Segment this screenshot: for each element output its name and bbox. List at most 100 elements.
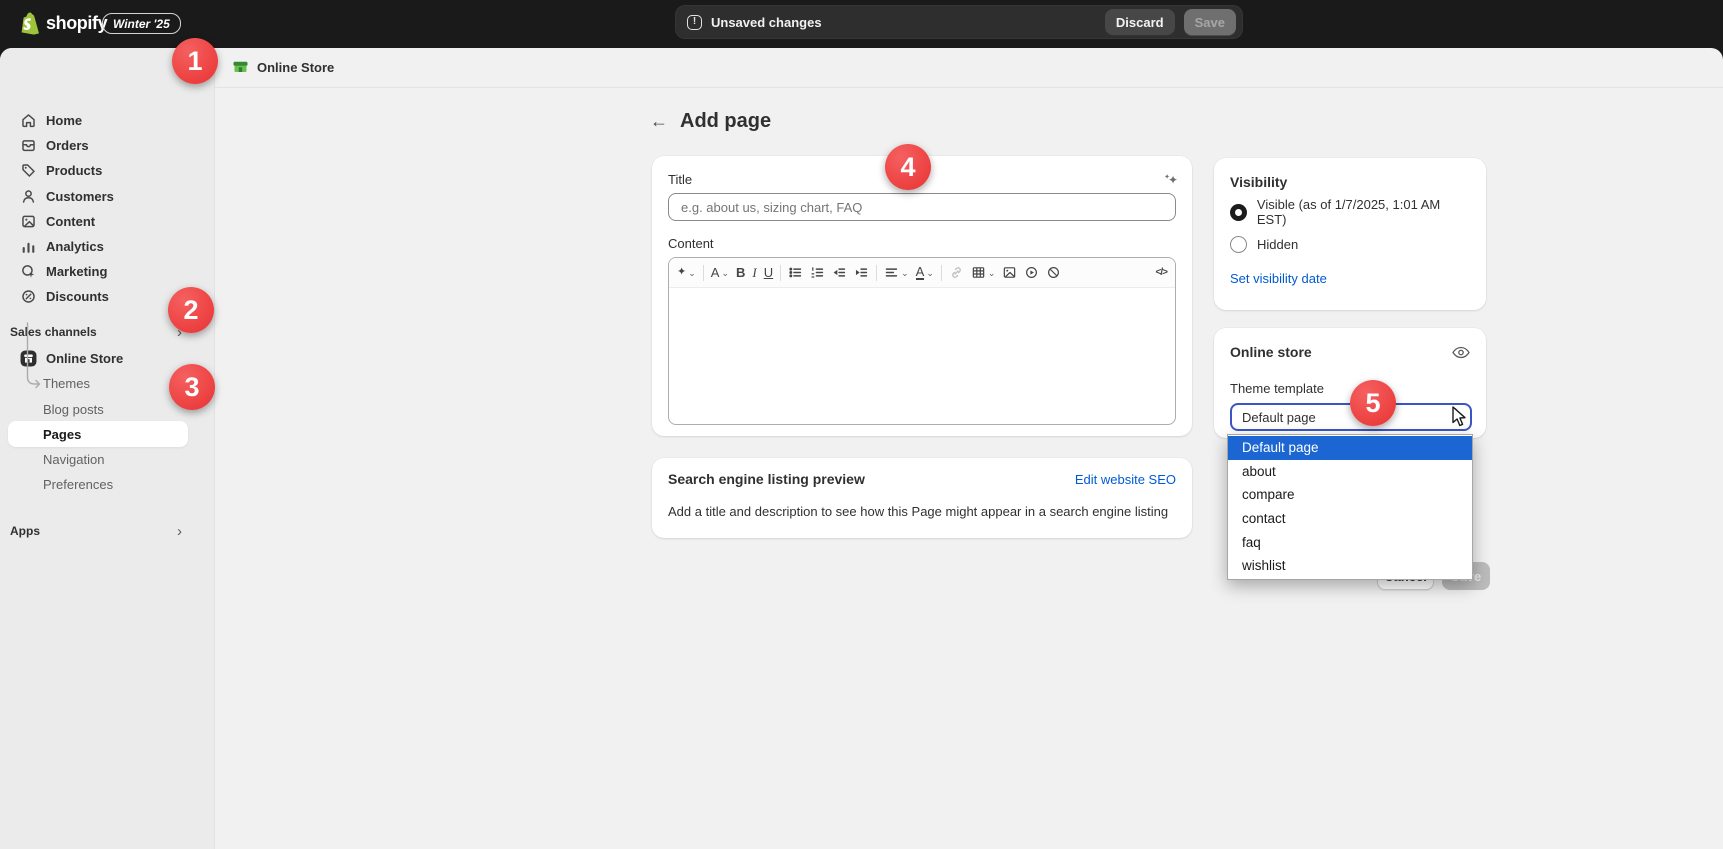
sidebar-item-themes[interactable]: Themes <box>8 370 188 396</box>
visibility-heading: Visibility <box>1230 174 1470 190</box>
annotation-step-3: 3 <box>169 364 215 410</box>
alert-icon: ! <box>687 15 702 30</box>
visible-radio-option[interactable]: Visible (as of 1/7/2025, 1:01 AM EST) <box>1230 202 1470 222</box>
sidebar-item-content[interactable]: Content <box>8 208 188 234</box>
dropdown-option-about[interactable]: about <box>1228 460 1472 484</box>
sidebar-item-blog-posts[interactable]: Blog posts <box>8 396 188 422</box>
ai-sparkle-icon[interactable]: ✦✦ <box>1164 173 1176 187</box>
annotation-step-1: 1 <box>172 38 218 84</box>
hidden-radio-option[interactable]: Hidden <box>1230 234 1470 254</box>
table-icon[interactable]: ⌄ <box>971 265 996 280</box>
outdent-icon[interactable] <box>832 265 847 280</box>
marketing-icon <box>20 263 37 280</box>
dropdown-option-default-page[interactable]: Default page <box>1228 436 1472 460</box>
annotation-step-2: 2 <box>168 287 214 333</box>
toolbar-divider <box>703 265 704 281</box>
theme-template-dropdown: Default page about compare contact faq w… <box>1227 434 1473 580</box>
sidebar-item-home[interactable]: Home <box>8 107 188 133</box>
page-title: Add page <box>680 110 771 133</box>
sidebar-item-navigation[interactable]: Navigation <box>8 446 188 472</box>
selected-template-value: Default page <box>1242 410 1316 425</box>
top-bar: shopify Winter '25 ! Unsaved changes Dis… <box>0 0 1723 48</box>
sales-channels-header[interactable]: Sales channels › <box>10 320 196 344</box>
dropdown-option-faq[interactable]: faq <box>1228 530 1472 554</box>
shopify-wordmark: shopify <box>46 13 107 34</box>
seo-preview-card: Search engine listing preview Edit websi… <box>652 458 1192 538</box>
rich-text-editor[interactable]: ✦⌄ A⌄ B I U ⌄ A⌄ ⌄ <box>668 257 1176 425</box>
sidebar-item-products[interactable]: Products <box>8 157 188 183</box>
image-icon[interactable] <box>1002 265 1017 280</box>
dropdown-option-wishlist[interactable]: wishlist <box>1228 554 1472 578</box>
shopify-admin-window: shopify Winter '25 ! Unsaved changes Dis… <box>0 0 1723 849</box>
sidebar-item-marketing[interactable]: Marketing <box>8 258 188 284</box>
shopify-bag-icon <box>20 12 40 35</box>
alignment-icon[interactable]: ⌄ <box>884 265 909 280</box>
link-icon[interactable] <box>949 265 964 280</box>
eye-icon[interactable] <box>1452 346 1470 359</box>
content-textarea[interactable] <box>669 288 1175 425</box>
analytics-icon <box>20 238 37 255</box>
chevron-up-icon: ⌃ <box>1451 406 1460 419</box>
sidebar-item-preferences[interactable]: Preferences <box>8 471 188 497</box>
code-view-icon[interactable]: </> <box>1156 267 1167 278</box>
sidebar-item-pages[interactable]: Pages <box>8 421 188 447</box>
orders-icon <box>20 137 37 154</box>
annotation-step-5: 5 <box>1350 380 1396 426</box>
text-style-icon[interactable]: A⌄ <box>711 266 729 279</box>
breadcrumb-label: Online Store <box>257 60 334 75</box>
title-label: Title <box>668 172 692 187</box>
dropdown-option-contact[interactable]: contact <box>1228 507 1472 531</box>
visibility-card: Visibility Visible (as of 1/7/2025, 1:01… <box>1214 158 1486 310</box>
sidebar-item-orders[interactable]: Orders <box>8 132 188 158</box>
seo-card-heading: Search engine listing preview <box>668 471 865 487</box>
release-badge: Winter '25 <box>102 13 181 34</box>
radio-selected-icon[interactable] <box>1230 204 1247 221</box>
toolbar-divider <box>780 265 781 281</box>
content-label: Content <box>668 236 1176 251</box>
sidebar-item-discounts[interactable]: Discounts <box>8 283 188 309</box>
back-arrow-icon[interactable]: ← <box>650 111 668 132</box>
online-store-channel-icon <box>20 350 37 367</box>
annotation-step-4: 4 <box>885 144 931 190</box>
sidebar-item-online-store[interactable]: Online Store <box>8 345 188 371</box>
video-icon[interactable] <box>1024 265 1039 280</box>
underline-icon[interactable]: U <box>764 266 773 279</box>
apps-header[interactable]: Apps › <box>10 519 196 543</box>
text-color-icon[interactable]: A⌄ <box>916 265 934 281</box>
sidebar: Home Orders Products Customers Content A… <box>0 48 215 849</box>
discounts-icon <box>20 288 37 305</box>
toolbar-divider <box>876 265 877 281</box>
italic-icon[interactable]: I <box>752 266 756 279</box>
chevron-right-icon: › <box>177 524 182 539</box>
customers-icon <box>20 188 37 205</box>
bold-icon[interactable]: B <box>736 266 745 279</box>
title-content-card: Title ✦✦ Content ✦⌄ A⌄ B I U <box>652 156 1192 436</box>
set-visibility-date-link[interactable]: Set visibility date <box>1230 271 1327 286</box>
online-store-green-icon <box>232 59 249 75</box>
sidebar-item-customers[interactable]: Customers <box>8 183 188 209</box>
breadcrumb[interactable]: Online Store <box>232 59 334 75</box>
ai-sparkle-icon[interactable]: ✦⌄ <box>677 266 696 279</box>
dropdown-option-compare[interactable]: compare <box>1228 483 1472 507</box>
numbered-list-icon[interactable] <box>810 265 825 280</box>
unsaved-changes-banner: ! Unsaved changes Discard Save <box>675 5 1243 39</box>
clear-formatting-icon[interactable] <box>1046 265 1061 280</box>
shopify-logo[interactable]: shopify <box>20 12 107 35</box>
unsaved-changes-text: Unsaved changes <box>711 15 1096 30</box>
content-icon <box>20 213 37 230</box>
online-store-heading: Online store <box>1230 344 1312 360</box>
bullet-list-icon[interactable] <box>788 265 803 280</box>
toolbar-divider <box>941 265 942 281</box>
indent-icon[interactable] <box>854 265 869 280</box>
discard-button[interactable]: Discard <box>1105 9 1175 36</box>
radio-unselected-icon[interactable] <box>1230 236 1247 253</box>
online-store-card: Online store Theme template Default page… <box>1214 328 1486 438</box>
edit-website-seo-link[interactable]: Edit website SEO <box>1075 472 1176 487</box>
editor-toolbar: ✦⌄ A⌄ B I U ⌄ A⌄ ⌄ <box>669 258 1175 288</box>
seo-card-description: Add a title and description to see how t… <box>668 504 1176 519</box>
page-title-input[interactable] <box>668 193 1176 221</box>
home-icon <box>20 112 37 129</box>
header-divider <box>215 87 1723 88</box>
save-button-topbar[interactable]: Save <box>1184 9 1236 36</box>
sidebar-item-analytics[interactable]: Analytics <box>8 233 188 259</box>
